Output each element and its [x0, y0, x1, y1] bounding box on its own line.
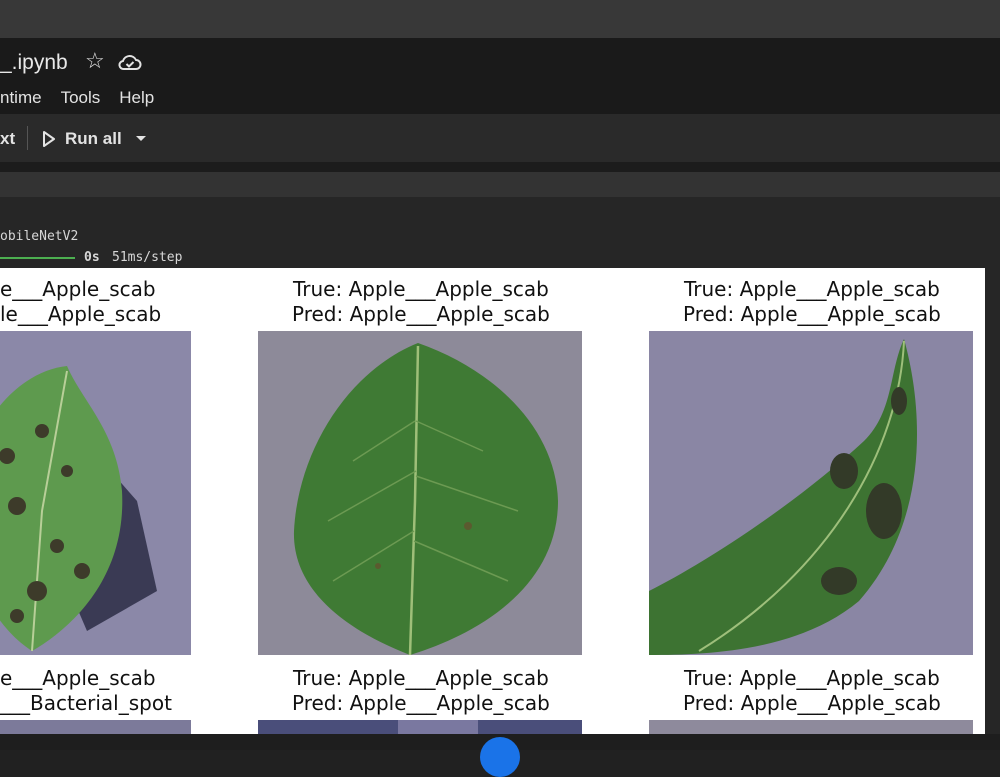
run-all-button[interactable]: Run all	[65, 129, 122, 149]
cloud-icon[interactable]	[118, 53, 142, 71]
add-text-button[interactable]: xt	[0, 129, 15, 149]
menu-help[interactable]: Help	[119, 88, 154, 107]
caption-pred: Pred: Apple___Apple_scab	[292, 691, 550, 715]
leaf-image	[0, 331, 191, 655]
toolbar: xt Run all	[0, 114, 1000, 162]
menu-tools[interactable]: Tools	[61, 88, 101, 107]
caption-true: True: Apple___Apple_scab	[293, 666, 549, 690]
notebook-title[interactable]: _.ipynb	[0, 51, 68, 75]
toolbar-divider	[27, 126, 28, 150]
caption-true: e___Apple_scab	[0, 277, 156, 301]
leaf-image	[0, 720, 191, 734]
menu-runtime[interactable]: ntime	[0, 88, 42, 107]
output-time: 0s	[84, 250, 100, 265]
caption-true: e___Apple_scab	[0, 666, 156, 690]
caption-true: True: Apple___Apple_scab	[293, 277, 549, 301]
cell-bar	[0, 172, 1000, 197]
caption-true: True: Apple___Apple_scab	[684, 666, 940, 690]
leaf-image	[258, 720, 582, 734]
browser-strip	[0, 0, 1000, 38]
toolbar-gap	[0, 162, 1000, 172]
leaf-image	[649, 720, 973, 734]
notebook-header: _.ipynb ☆ ntime Tools Help	[0, 38, 1000, 114]
star-icon[interactable]: ☆	[85, 50, 105, 72]
play-icon[interactable]	[42, 131, 56, 147]
caption-true: True: Apple___Apple_scab	[684, 277, 940, 301]
caption-pred: Pred: Apple___Apple_scab	[292, 302, 550, 326]
floating-action-button[interactable]	[480, 737, 520, 777]
progress-bar	[0, 257, 75, 259]
chevron-down-icon[interactable]	[135, 135, 147, 143]
caption-pred: ___Bacterial_spot	[0, 691, 172, 715]
caption-pred: Pred: Apple___Apple_scab	[683, 691, 941, 715]
caption-pred: le___Apple_scab	[0, 302, 162, 326]
leaf-image	[649, 331, 973, 655]
output-model-line: obileNetV2	[0, 229, 79, 244]
caption-pred: Pred: Apple___Apple_scab	[683, 302, 941, 326]
menu-bar: ntime Tools Help	[0, 88, 173, 108]
output-step: 51ms/step	[112, 250, 183, 265]
prediction-figure: e___Apple_scab le___Apple_scab True: App…	[0, 268, 985, 734]
leaf-image	[258, 331, 582, 655]
